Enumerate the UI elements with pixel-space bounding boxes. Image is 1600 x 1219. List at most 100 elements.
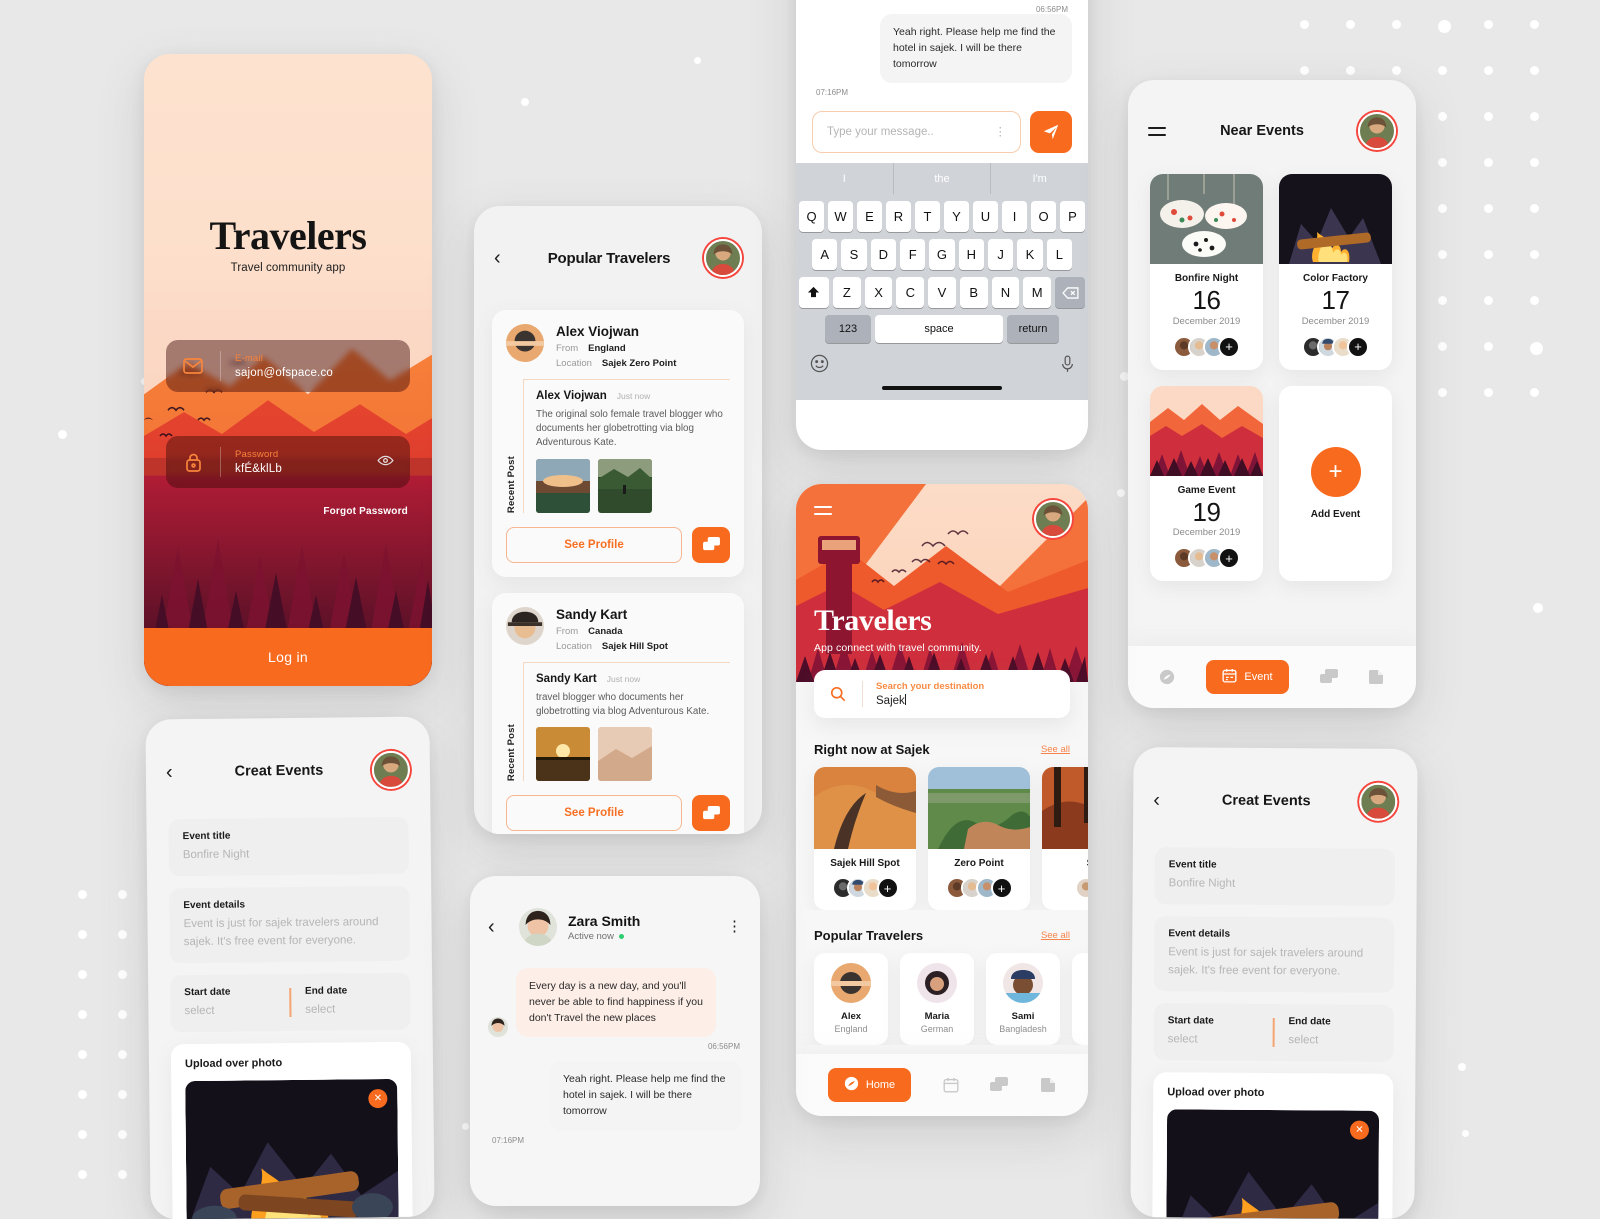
traveler-chip[interactable]: Ale Ind: [1072, 953, 1088, 1045]
close-icon[interactable]: ✕: [368, 1088, 388, 1109]
suggestion-1[interactable]: the: [892, 163, 991, 195]
key-t[interactable]: T: [915, 201, 940, 233]
see-profile-button[interactable]: See Profile: [506, 795, 682, 832]
key-return[interactable]: return: [1007, 315, 1059, 344]
key-o[interactable]: O: [1031, 201, 1056, 233]
key-k[interactable]: K: [1017, 239, 1043, 271]
hamburger-icon[interactable]: [1148, 126, 1166, 136]
key-v[interactable]: V: [928, 277, 956, 309]
tab-chat-icon[interactable]: [990, 1077, 1009, 1093]
suggestion-2[interactable]: I'm: [990, 163, 1088, 195]
key-z[interactable]: Z: [832, 277, 861, 309]
key-y[interactable]: Y: [944, 201, 969, 233]
see-profile-button[interactable]: See Profile: [506, 526, 682, 563]
tab-home-icon[interactable]: [1159, 669, 1175, 685]
message-button[interactable]: [692, 795, 730, 832]
add-attendee-button[interactable]: +: [1218, 335, 1240, 358]
back-icon[interactable]: ‹: [1153, 789, 1173, 811]
key-h[interactable]: H: [958, 239, 984, 271]
key-p[interactable]: P: [1060, 201, 1085, 233]
post-image[interactable]: [598, 458, 652, 513]
event-dates-field[interactable]: Start date select End date select: [1153, 1002, 1394, 1062]
key-g[interactable]: G: [929, 239, 955, 271]
places-carousel[interactable]: Sajek Hill Spot + Zero Point +: [796, 757, 1088, 910]
email-field[interactable]: E-mail sajon@ofspace.co: [166, 340, 410, 392]
add-event-card[interactable]: + Add Event: [1279, 385, 1392, 582]
add-attendee-button[interactable]: +: [1218, 547, 1240, 570]
traveler-card[interactable]: Alex Viojwan From England Location Sajek…: [492, 310, 744, 577]
shift-icon[interactable]: [798, 277, 829, 309]
upload-photo-card[interactable]: Upload over photo ✕: [170, 1041, 413, 1219]
suggestion-0[interactable]: I: [796, 163, 893, 194]
key-s[interactable]: S: [841, 239, 867, 271]
event-title-field[interactable]: Event title Bonfire Night: [168, 816, 410, 877]
key-f[interactable]: F: [900, 239, 926, 271]
traveler-card[interactable]: Sandy Kart From Canada Location Sajek Hi…: [492, 592, 744, 834]
add-event-plus-icon[interactable]: +: [1310, 446, 1361, 497]
key-a[interactable]: A: [812, 239, 838, 271]
upload-photo-card[interactable]: Upload over photo ✕: [1151, 1072, 1394, 1219]
key-u[interactable]: U: [973, 201, 998, 233]
close-icon[interactable]: ✕: [1349, 1120, 1370, 1140]
more-vertical-icon[interactable]: ⋮: [995, 126, 1007, 137]
key-x[interactable]: X: [864, 277, 893, 309]
tab-bookmark-icon[interactable]: [1368, 669, 1384, 685]
key-q[interactable]: Q: [799, 201, 824, 233]
traveler-chip[interactable]: Maria German: [900, 953, 974, 1045]
start-date[interactable]: Start date select: [184, 986, 276, 1020]
event-card[interactable]: Bonfire Night 16 December 2019 +: [1150, 174, 1263, 370]
event-card[interactable]: Game Event 19 December 2019 +: [1150, 385, 1263, 582]
key-j[interactable]: J: [987, 239, 1014, 271]
end-date[interactable]: End date select: [305, 985, 397, 1019]
traveler-chip[interactable]: Sami Bangladesh: [986, 953, 1060, 1045]
tab-event[interactable]: Event: [1206, 660, 1289, 694]
avatar[interactable]: [1358, 112, 1396, 150]
back-icon[interactable]: ‹: [488, 917, 508, 937]
start-date[interactable]: Start date select: [1168, 1015, 1259, 1049]
see-all-link[interactable]: See all: [1041, 930, 1070, 941]
message-input[interactable]: Type your message.. ⋮: [812, 111, 1021, 154]
avatar[interactable]: [1034, 500, 1072, 538]
tab-home[interactable]: Home: [827, 1068, 912, 1102]
event-details-field[interactable]: Event details Event is just for sajek tr…: [1153, 916, 1395, 993]
post-image[interactable]: [536, 458, 590, 513]
avatar[interactable]: [704, 239, 742, 277]
event-dates-field[interactable]: Start date select End date select: [170, 972, 411, 1033]
eye-icon[interactable]: [377, 453, 394, 471]
send-button[interactable]: [1030, 111, 1072, 154]
tab-calendar-icon[interactable]: [943, 1077, 959, 1093]
key-w[interactable]: W: [828, 201, 853, 233]
event-card[interactable]: Color Factory 17 December 2019 +: [1279, 174, 1392, 370]
place-card[interactable]: Sajek Hill Spot +: [814, 767, 916, 910]
key-c[interactable]: C: [896, 277, 925, 309]
avatar[interactable]: [519, 908, 557, 946]
tab-bookmark-icon[interactable]: [1040, 1077, 1056, 1093]
key-n[interactable]: N: [991, 277, 1020, 309]
key-d[interactable]: D: [870, 239, 896, 271]
avatar[interactable]: [371, 750, 411, 790]
add-attendee-button[interactable]: +: [876, 877, 899, 899]
forgot-password-link[interactable]: Forgot Password: [323, 506, 408, 517]
more-vertical-icon[interactable]: ⋮: [727, 919, 742, 934]
add-attendee-button[interactable]: +: [990, 877, 1013, 899]
key-r[interactable]: R: [886, 201, 911, 233]
post-image[interactable]: [598, 727, 652, 782]
emoji-icon[interactable]: [810, 354, 829, 378]
backspace-icon[interactable]: [1055, 277, 1086, 309]
back-icon[interactable]: ‹: [494, 248, 514, 268]
password-field[interactable]: Password kfÉ&klLb: [166, 436, 410, 488]
hamburger-icon[interactable]: [814, 506, 832, 515]
tab-chat-icon[interactable]: [1319, 669, 1338, 685]
end-date[interactable]: End date select: [1288, 1016, 1379, 1050]
key-i[interactable]: I: [1002, 201, 1027, 233]
add-attendee-button[interactable]: +: [1347, 335, 1369, 358]
place-card[interactable]: Zero Point +: [928, 767, 1030, 910]
key-e[interactable]: E: [857, 201, 882, 233]
key-l[interactable]: L: [1046, 239, 1072, 271]
key-numeric[interactable]: 123: [825, 315, 871, 344]
post-image[interactable]: [536, 727, 590, 782]
event-details-field[interactable]: Event details Event is just for sajek tr…: [169, 885, 410, 964]
back-icon[interactable]: ‹: [166, 761, 186, 783]
microphone-icon[interactable]: [1061, 355, 1074, 378]
login-button[interactable]: Log in: [144, 628, 432, 686]
